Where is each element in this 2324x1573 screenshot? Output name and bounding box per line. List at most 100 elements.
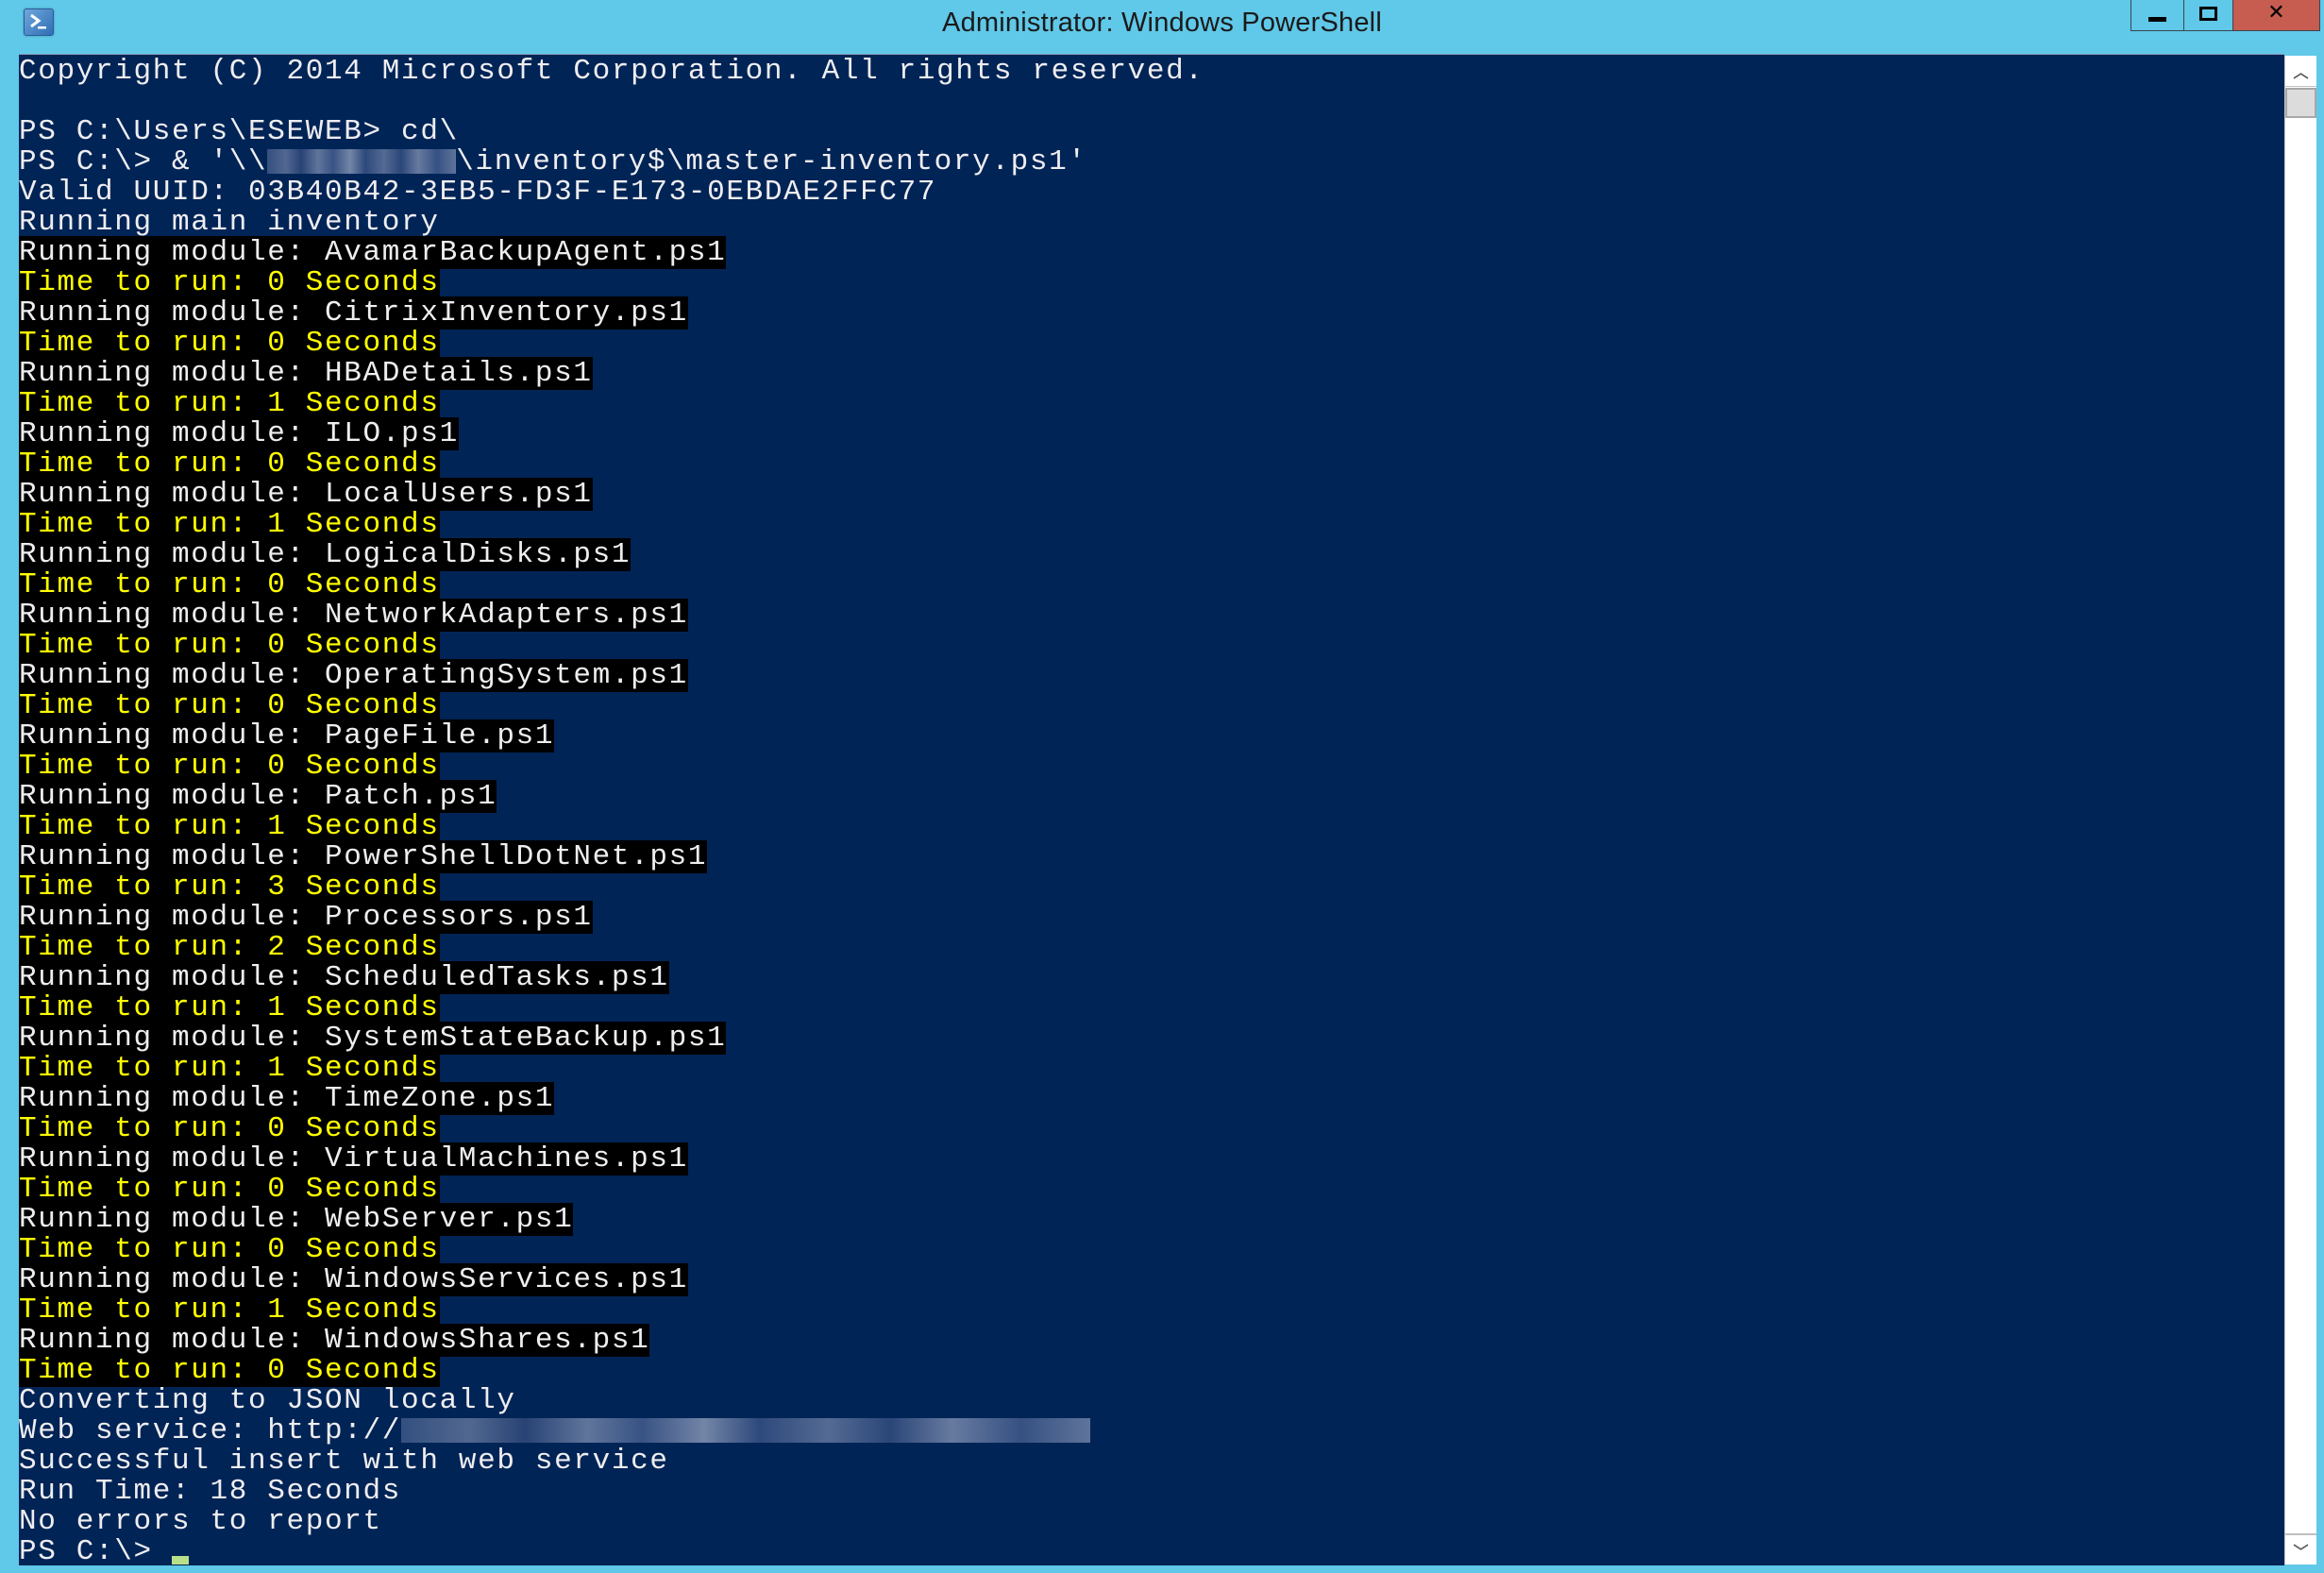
console-line: Converting to JSON locally — [19, 1384, 516, 1417]
module-time-line: Time to run: 0 Seconds — [19, 266, 1204, 299]
redacted-web-service-url — [401, 1417, 1091, 1443]
module-run-line: Running module: WindowsShares.ps1 — [19, 1324, 1204, 1357]
module-time-text: Time to run: 0 Seconds — [19, 1354, 440, 1387]
module-run-text: Running module: HBADetails.ps1 — [19, 357, 593, 390]
module-time-text: Time to run: 1 Seconds — [19, 810, 440, 843]
module-run-line: Running module: LogicalDisks.ps1 — [19, 538, 1204, 571]
prompt: PS C:\> — [19, 1535, 173, 1566]
module-time-text: Time to run: 3 Seconds — [19, 871, 440, 904]
module-run-text: Running module: SystemStateBackup.ps1 — [19, 1022, 727, 1055]
module-run-line: Running module: WindowsServices.ps1 — [19, 1263, 1204, 1296]
module-time-line: Time to run: 0 Seconds — [19, 1173, 1204, 1206]
console-line: Copyright (C) 2014 Microsoft Corporation… — [19, 55, 1204, 88]
module-time-line: Time to run: 0 Seconds — [19, 750, 1204, 783]
scrollbar-thumb[interactable] — [2285, 88, 2316, 118]
close-button[interactable]: ✕ — [2233, 0, 2320, 31]
module-time-line: Time to run: 1 Seconds — [19, 508, 1204, 541]
module-time-text: Time to run: 0 Seconds — [19, 689, 440, 722]
module-run-line: Running module: ILO.ps1 — [19, 417, 1204, 450]
module-run-text: Running module: WebServer.ps1 — [19, 1203, 574, 1236]
title-bar[interactable]: Administrator: Windows PowerShell ✕ — [0, 0, 2324, 54]
module-time-line: Time to run: 2 Seconds — [19, 931, 1204, 964]
module-run-text: Running module: LogicalDisks.ps1 — [19, 538, 632, 571]
module-time-text: Time to run: 0 Seconds — [19, 1233, 440, 1266]
module-time-line: Time to run: 1 Seconds — [19, 810, 1204, 843]
module-time-text: Time to run: 1 Seconds — [19, 508, 440, 541]
module-time-text: Time to run: 0 Seconds — [19, 1173, 440, 1206]
console-line: Running main inventory — [19, 206, 440, 239]
module-time-text: Time to run: 1 Seconds — [19, 1052, 440, 1085]
web-service-line: Web service: http:// — [19, 1416, 1204, 1446]
module-run-line: Running module: WebServer.ps1 — [19, 1203, 1204, 1236]
web-service-prefix: Web service: http:// — [19, 1414, 402, 1447]
module-run-line: Running module: CitrixInventory.ps1 — [19, 296, 1204, 330]
module-time-line: Time to run: 0 Seconds — [19, 629, 1204, 662]
module-time-line: Time to run: 3 Seconds — [19, 871, 1204, 904]
scroll-down-button[interactable]: ﹀ — [2285, 1533, 2316, 1565]
maximize-button[interactable] — [2184, 0, 2233, 31]
module-run-text: Running module: ScheduledTasks.ps1 — [19, 961, 669, 994]
module-time-text: Time to run: 2 Seconds — [19, 931, 440, 964]
console-line: Run Time: 18 Seconds — [19, 1475, 402, 1508]
module-run-text: Running module: LocalUsers.ps1 — [19, 478, 593, 511]
module-run-text: Running module: Processors.ps1 — [19, 901, 593, 934]
scroll-up-button[interactable]: ︿ — [2285, 56, 2316, 87]
module-time-text: Time to run: 0 Seconds — [19, 750, 440, 783]
module-run-text: Running module: Patch.ps1 — [19, 780, 497, 813]
vertical-scrollbar[interactable]: ︿ ﹀ — [2284, 56, 2316, 1565]
text-cursor — [172, 1556, 190, 1565]
module-run-line: Running module: NetworkAdapters.ps1 — [19, 599, 1204, 632]
command-line: PS C:\> & '\\ \inventory$\master-inventor… — [19, 147, 1204, 178]
module-time-line: Time to run: 1 Seconds — [19, 1052, 1204, 1085]
redacted-server-name — [267, 148, 457, 174]
module-run-line: Running module: VirtualMachines.ps1 — [19, 1142, 1204, 1176]
module-time-text: Time to run: 1 Seconds — [19, 991, 440, 1024]
module-run-line: Running module: LocalUsers.ps1 — [19, 478, 1204, 511]
console-line: PS C:\Users\ESEWEB> cd\ — [19, 115, 459, 148]
module-time-text: Time to run: 0 Seconds — [19, 266, 440, 299]
command-suffix: \inventory$\master-inventory.ps1' — [456, 145, 1087, 178]
module-run-line: Running module: PowerShellDotNet.ps1 — [19, 840, 1204, 873]
module-run-line: Running module: SystemStateBackup.ps1 — [19, 1022, 1204, 1055]
module-run-text: Running module: PowerShellDotNet.ps1 — [19, 840, 708, 873]
module-time-line: Time to run: 1 Seconds — [19, 387, 1204, 420]
module-run-line: Running module: OperatingSystem.ps1 — [19, 659, 1204, 692]
module-time-text: Time to run: 0 Seconds — [19, 568, 440, 601]
module-run-text: Running module: ILO.ps1 — [19, 417, 459, 450]
module-run-line: Running module: PageFile.ps1 — [19, 719, 1204, 753]
module-time-line: Time to run: 0 Seconds — [19, 689, 1204, 722]
module-run-line: Running module: HBADetails.ps1 — [19, 357, 1204, 390]
minimize-icon — [2148, 16, 2166, 22]
module-time-text: Time to run: 1 Seconds — [19, 1294, 440, 1327]
command-prefix: PS C:\> & '\\ — [19, 145, 268, 178]
module-run-text: Running module: TimeZone.ps1 — [19, 1082, 555, 1115]
module-run-line: Running module: Patch.ps1 — [19, 780, 1204, 813]
module-time-line: Time to run: 0 Seconds — [19, 1112, 1204, 1145]
console-output[interactable]: Copyright (C) 2014 Microsoft Corporation… — [19, 54, 2284, 1565]
module-time-line: Time to run: 0 Seconds — [19, 1354, 1204, 1387]
module-run-text: Running module: PageFile.ps1 — [19, 719, 555, 753]
module-time-text: Time to run: 0 Seconds — [19, 448, 440, 481]
window-title: Administrator: Windows PowerShell — [942, 8, 1382, 38]
module-run-text: Running module: CitrixInventory.ps1 — [19, 296, 688, 330]
module-time-line: Time to run: 0 Seconds — [19, 448, 1204, 481]
module-time-line: Time to run: 0 Seconds — [19, 568, 1204, 601]
module-run-text: Running module: AvamarBackupAgent.ps1 — [19, 236, 727, 269]
module-time-line: Time to run: 1 Seconds — [19, 991, 1204, 1024]
module-time-line: Time to run: 0 Seconds — [19, 327, 1204, 360]
module-run-text: Running module: WindowsServices.ps1 — [19, 1263, 688, 1296]
module-run-text: Running module: VirtualMachines.ps1 — [19, 1142, 688, 1176]
maximize-icon — [2199, 6, 2217, 21]
module-run-text: Running module: WindowsShares.ps1 — [19, 1324, 650, 1357]
module-time-text: Time to run: 0 Seconds — [19, 327, 440, 360]
module-lines: Running module: AvamarBackupAgent.ps1 Tim… — [19, 236, 1204, 1387]
prompt-line[interactable]: PS C:\> — [19, 1537, 1204, 1565]
chevron-up-icon: ︿ — [2293, 63, 2309, 81]
module-time-text: Time to run: 0 Seconds — [19, 1112, 440, 1145]
chevron-down-icon: ﹀ — [2293, 1542, 2309, 1561]
module-run-text: Running module: OperatingSystem.ps1 — [19, 659, 688, 692]
module-time-line: Time to run: 1 Seconds — [19, 1294, 1204, 1327]
module-run-line: Running module: AvamarBackupAgent.ps1 — [19, 236, 1204, 269]
minimize-button[interactable] — [2130, 0, 2184, 31]
